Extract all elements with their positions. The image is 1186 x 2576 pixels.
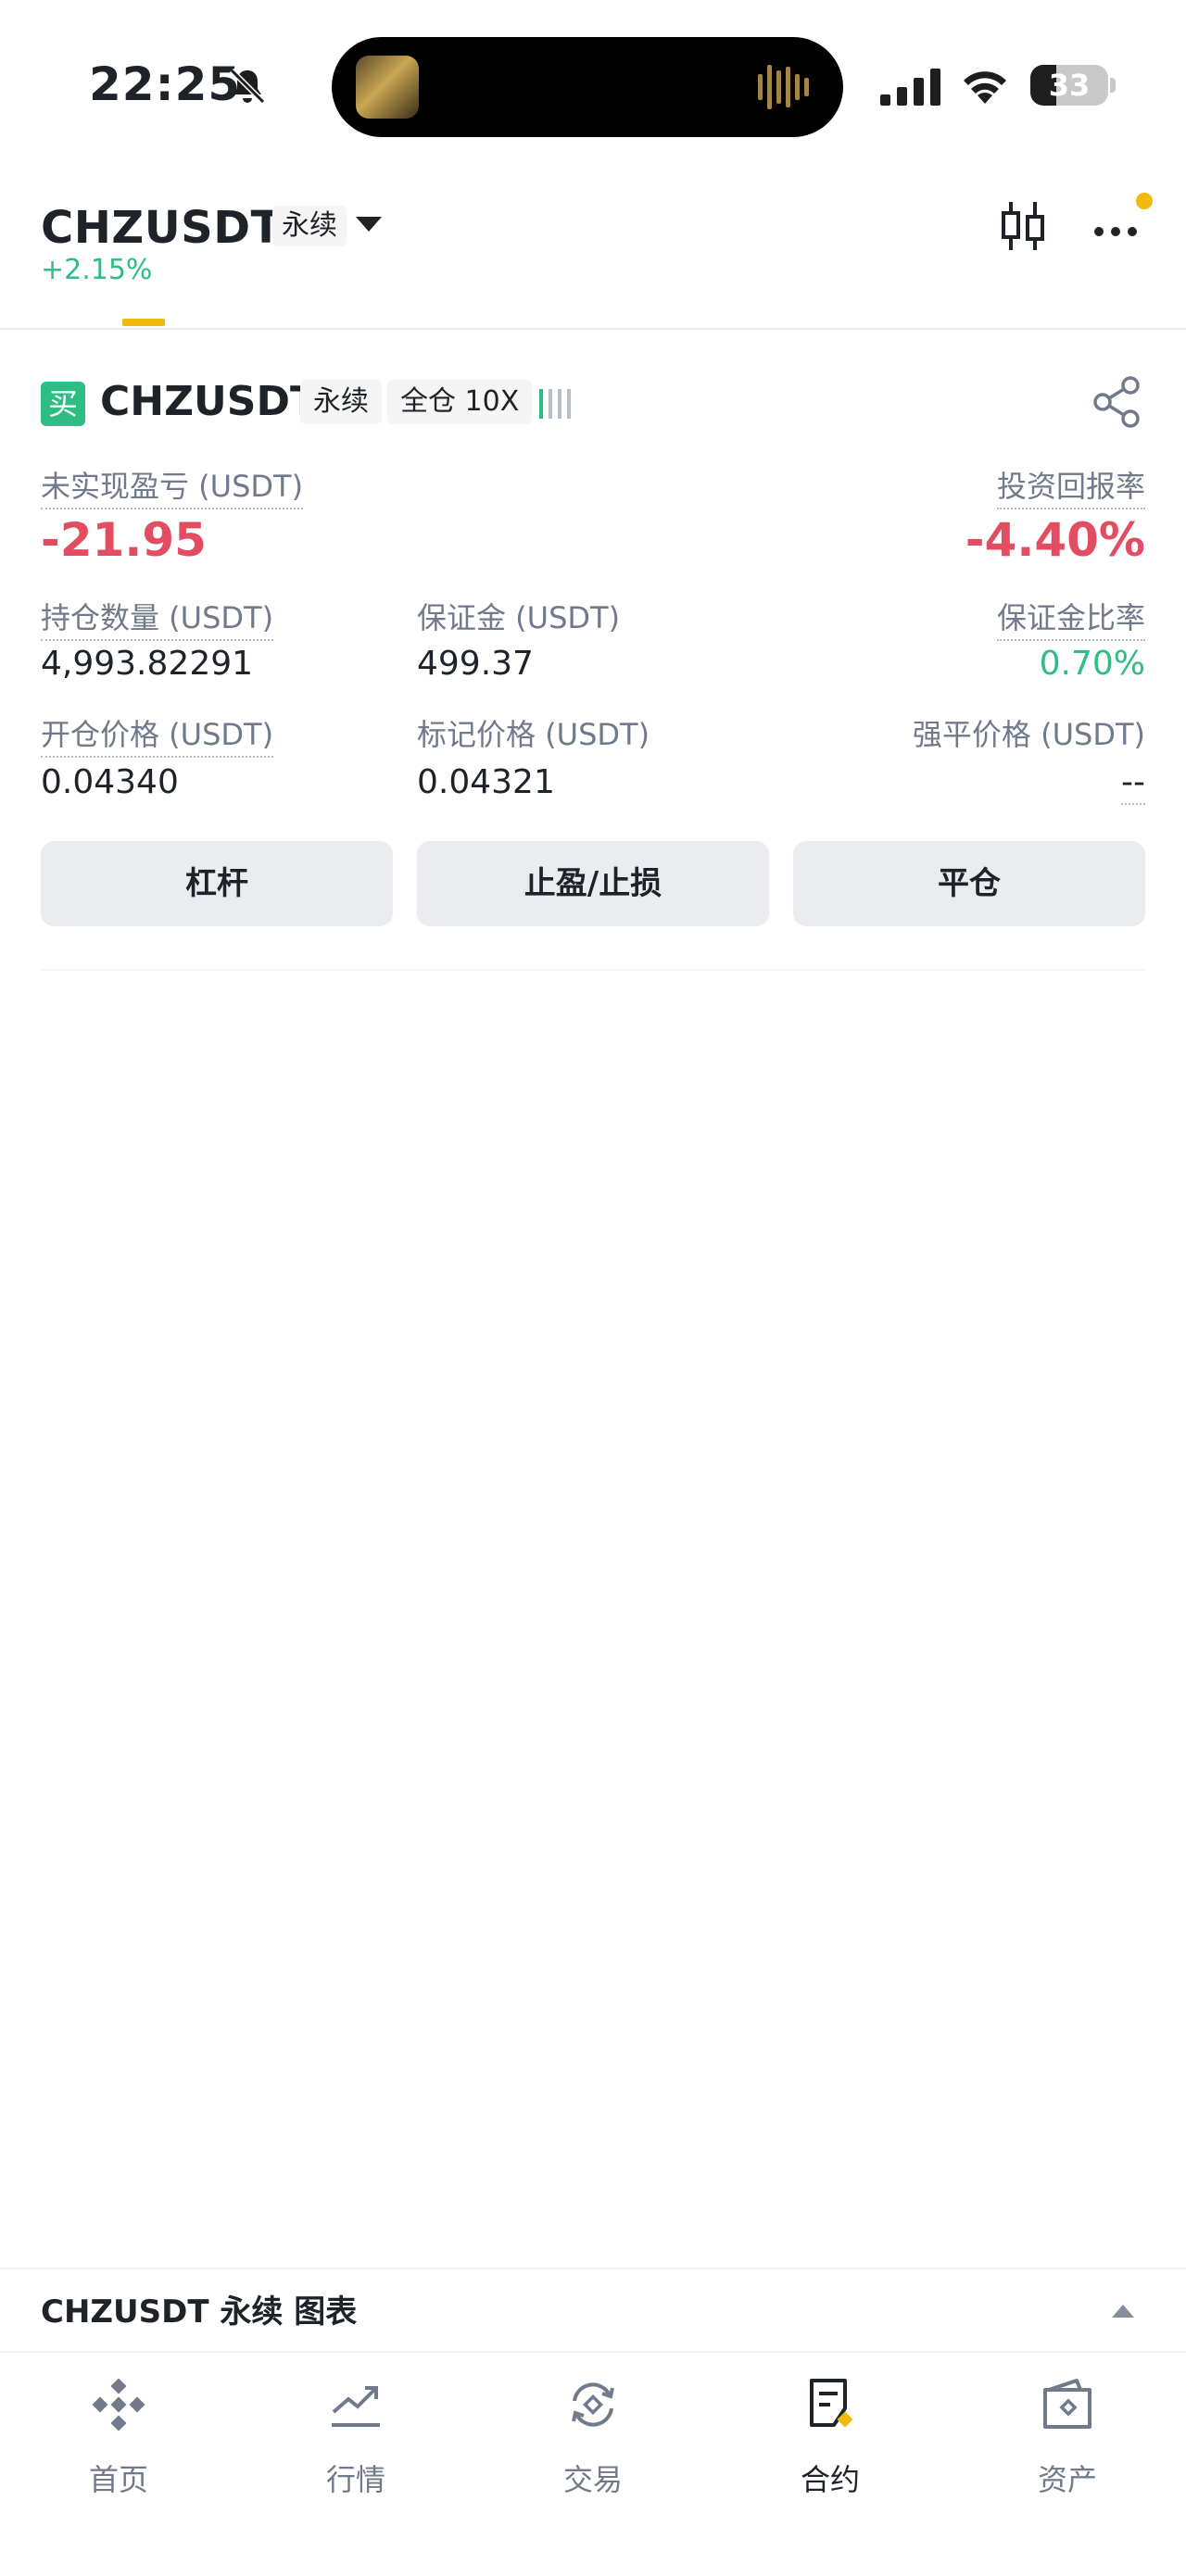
price-change: +2.15% [41,254,153,286]
more-options-icon[interactable] [1090,204,1145,250]
margin-ratio-value: 0.70% [1039,645,1145,683]
unrealized-pnl-value: -21.95 [41,513,207,567]
position-symbol: CHZUSDT [100,378,318,425]
nav-trade[interactable]: 交易 [474,2366,712,2514]
roi-label[interactable]: 投资回报率 [996,463,1145,509]
side-badge: 买 [41,382,85,426]
position-card: 买 CHZUSDT 永续 全仓 10X 未实现盈亏 (USDT) 投资回报率 -… [0,333,1186,973]
roi-value: -4.40% [965,513,1145,567]
wallet-icon [1043,2379,1091,2429]
bottom-nav: 首页 行情 交易 合约 资产 [0,2353,1186,2576]
unrealized-pnl-label[interactable]: 未实现盈亏 (USDT) [41,463,304,509]
liq-price-value: -- [1121,763,1145,805]
home-icon [92,2378,145,2431]
status-time: 22:25 [89,57,242,111]
leverage-button[interactable]: 杠杆 [41,841,393,926]
divider [41,969,1145,971]
nav-label: 交易 [562,2462,623,2497]
nav-label: 资产 [1037,2462,1097,2497]
mark-price-label: 标记价格 (USDT) [417,717,650,752]
nav-label: 合约 [800,2462,860,2497]
margin-ratio-label[interactable]: 保证金比率 [996,595,1145,641]
audio-wave-icon [758,65,809,109]
cellular-signal-icon [880,69,940,106]
status-bar: 22:25 33 [0,0,1186,167]
close-position-button[interactable]: 平仓 [793,841,1145,926]
battery-percent: 33 [1048,68,1091,103]
entry-price-value: 0.04340 [41,763,179,801]
chart-toggle-label: CHZUSDT 永续 图表 [41,2293,358,2331]
tp-sl-button[interactable]: 止盈/止损 [417,841,769,926]
mark-price-value: 0.04321 [417,763,555,801]
position-size-value: 4,993.82291 [41,645,254,683]
battery-icon: 33 [1030,65,1116,106]
active-tab-indicator [122,319,165,326]
album-art-icon [356,56,419,119]
entry-price-label[interactable]: 开仓价格 (USDT) [41,711,274,758]
nav-label: 首页 [88,2462,148,2497]
notification-dot [1136,193,1153,209]
symbol-title[interactable]: CHZUSDT [41,202,282,254]
nav-label: 行情 [325,2462,385,2497]
nav-futures[interactable]: 合约 [712,2366,949,2514]
nav-home[interactable]: 首页 [0,2366,237,2514]
wifi-icon [964,71,1006,104]
chevron-down-icon[interactable] [356,217,382,232]
nav-wallet[interactable]: 资产 [949,2366,1186,2514]
markets-icon [332,2386,380,2427]
position-size-label[interactable]: 持仓数量 (USDT) [41,595,274,641]
trade-icon [572,2382,614,2427]
dynamic-island[interactable] [332,37,843,137]
nav-markets[interactable]: 行情 [237,2366,474,2514]
margin-mode-tag: 全仓 10X [387,380,533,424]
contract-type-tag: 永续 [300,380,382,424]
symbol-header: CHZUSDT 永续 +2.15% [0,176,1186,330]
bell-muted-icon [229,68,266,105]
chart-toggle-bar[interactable]: CHZUSDT 永续 图表 [0,2268,1186,2353]
futures-icon [810,2379,853,2428]
margin-label: 保证金 (USDT) [417,600,621,635]
share-icon[interactable] [1091,376,1142,428]
margin-value: 499.37 [417,645,534,683]
liq-price-label: 强平价格 (USDT) [912,717,1145,752]
contract-type-tag[interactable]: 永续 [272,206,347,246]
candlestick-chart-icon[interactable] [999,198,1047,254]
risk-level-icon [539,389,571,419]
chevron-up-icon[interactable] [1112,2305,1134,2318]
